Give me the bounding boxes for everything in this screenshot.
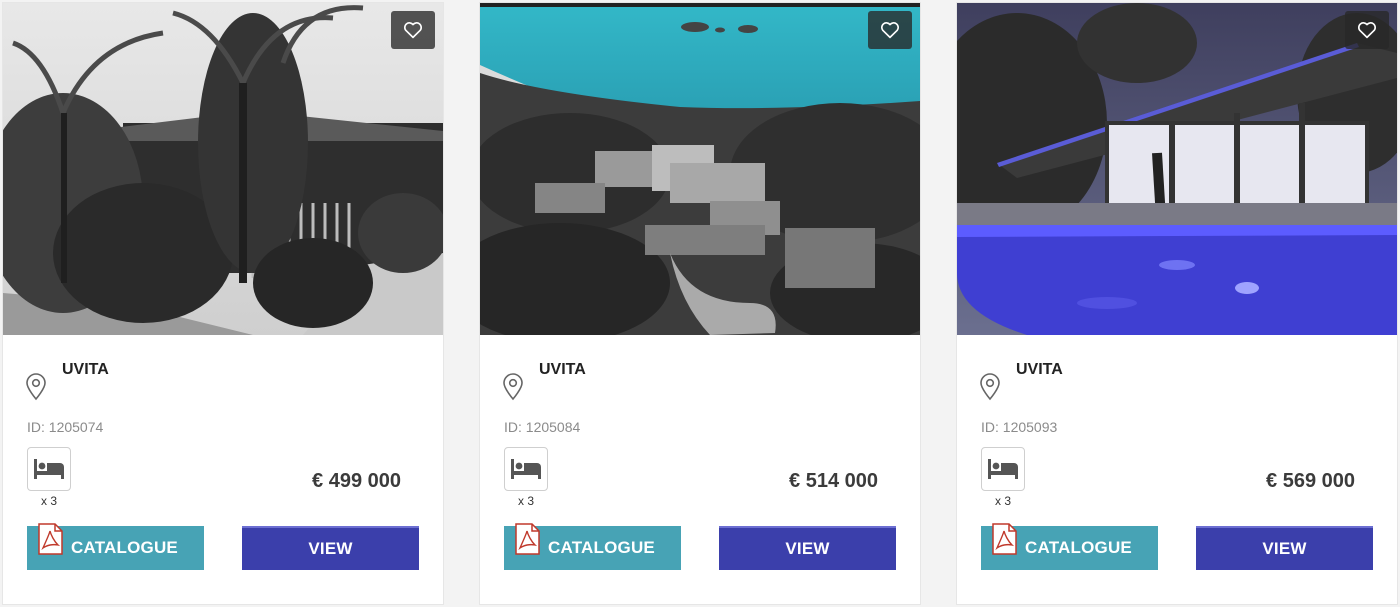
- catalogue-button[interactable]: CATALOGUE: [981, 523, 1158, 570]
- map-pin-icon: [503, 373, 523, 401]
- pdf-file-icon: [515, 523, 540, 555]
- listing-photo[interactable]: [480, 3, 920, 335]
- listing-price: € 514 000: [789, 470, 878, 492]
- pdf-file-icon: [38, 523, 63, 555]
- listing-card[interactable]: UVITA ID: 1205074 x 3 € 499 000 CATALOGU…: [2, 2, 444, 605]
- catalogue-button-label: CATALOGUE: [548, 538, 655, 557]
- garden-house-photo: [3, 3, 443, 335]
- aerial-ocean-photo: [480, 3, 920, 335]
- bedrooms-count: x 3: [517, 494, 534, 508]
- listing-photo[interactable]: [3, 3, 443, 335]
- listing-grid: UVITA ID: 1205074 x 3 € 499 000 CATALOGU…: [0, 0, 1400, 607]
- listing-reference: ID: 1205084: [504, 419, 581, 435]
- listing-price: € 499 000: [312, 470, 401, 492]
- bedrooms-count: x 3: [40, 494, 57, 508]
- listing-city: UVITA: [1016, 361, 1063, 378]
- bedrooms-badge: [504, 447, 548, 491]
- map-pin-icon: [26, 373, 46, 401]
- pdf-file-icon: [992, 523, 1017, 555]
- listing-card[interactable]: UVITA ID: 1205084 x 3 € 514 000 CATALOGU…: [479, 2, 921, 605]
- bedrooms-badge: [27, 447, 71, 491]
- heart-outline-icon: [880, 22, 900, 39]
- catalogue-button[interactable]: CATALOGUE: [504, 523, 681, 570]
- catalogue-button-label: CATALOGUE: [1025, 538, 1132, 557]
- listing-city: UVITA: [539, 361, 586, 378]
- heart-outline-icon: [403, 22, 423, 39]
- favorite-button[interactable]: [391, 11, 435, 49]
- listing-reference: ID: 1205074: [27, 419, 104, 435]
- favorite-button[interactable]: [1345, 11, 1389, 49]
- view-button[interactable]: VIEW: [1196, 526, 1373, 570]
- bed-icon: [34, 459, 64, 479]
- map-pin-icon: [980, 373, 1000, 401]
- bedrooms-badge: [981, 447, 1025, 491]
- listing-reference: ID: 1205093: [981, 419, 1058, 435]
- listing-city: UVITA: [62, 361, 109, 378]
- bedrooms-count: x 3: [994, 494, 1011, 508]
- listing-price: € 569 000: [1266, 470, 1355, 492]
- favorite-button[interactable]: [868, 11, 912, 49]
- listing-photo[interactable]: [957, 3, 1397, 335]
- catalogue-button-label: CATALOGUE: [71, 538, 178, 557]
- pool-villa-photo: [957, 3, 1397, 335]
- bed-icon: [511, 459, 541, 479]
- listing-card[interactable]: UVITA ID: 1205093 x 3 € 569 000 CATALOGU…: [956, 2, 1398, 605]
- catalogue-button[interactable]: CATALOGUE: [27, 523, 204, 570]
- heart-outline-icon: [1357, 22, 1377, 39]
- bed-icon: [988, 459, 1018, 479]
- view-button[interactable]: VIEW: [719, 526, 896, 570]
- view-button[interactable]: VIEW: [242, 526, 419, 570]
